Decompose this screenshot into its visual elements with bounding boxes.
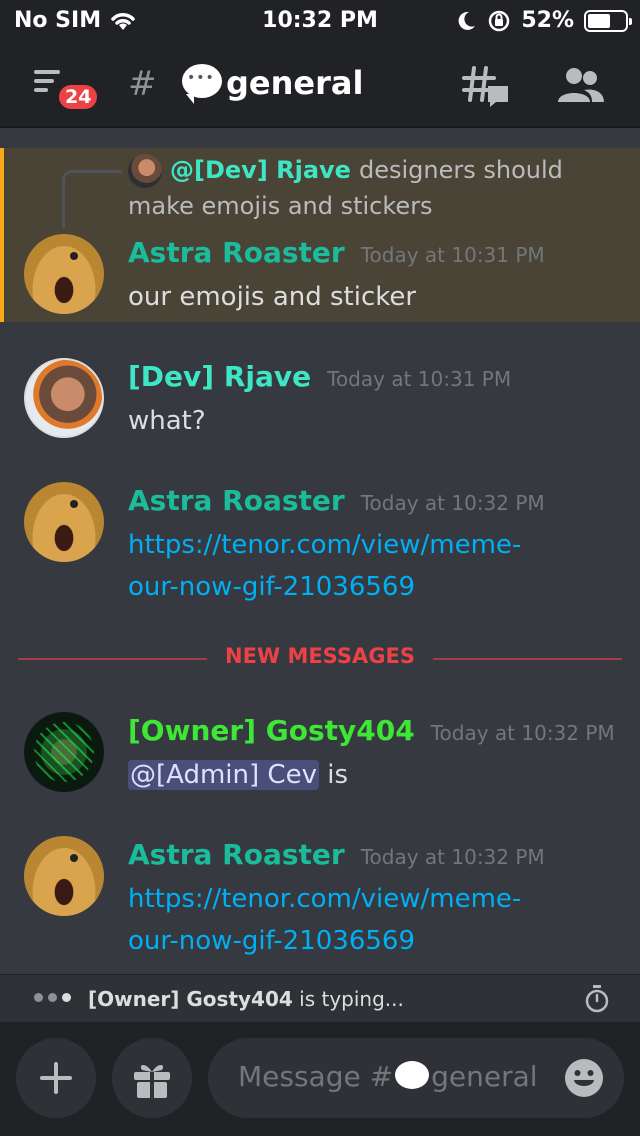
- avatar[interactable]: [24, 482, 104, 562]
- message-composer: Message # general: [0, 1022, 640, 1136]
- reply-connector: [62, 170, 122, 228]
- message-author[interactable]: Astra Roaster: [128, 236, 345, 269]
- gift-button[interactable]: [112, 1038, 192, 1118]
- placeholder-channel: general: [431, 1060, 538, 1093]
- unread-badge: 24: [56, 82, 101, 112]
- status-right: 52%: [457, 8, 632, 33]
- channel-title[interactable]: general: [226, 64, 363, 102]
- speech-bubble-icon: [182, 64, 222, 104]
- message-timestamp: Today at 10:32 PM: [360, 491, 545, 515]
- message-author[interactable]: Astra Roaster: [128, 838, 345, 871]
- typing-indicator: [Owner] Gosty404 is typing...: [0, 974, 640, 1022]
- avatar[interactable]: [24, 234, 104, 314]
- menu-button[interactable]: 24: [34, 70, 101, 112]
- message-input[interactable]: Message # general: [208, 1038, 624, 1118]
- user-mention[interactable]: @[Admin] Cev: [128, 760, 319, 790]
- message-text: what?: [128, 406, 206, 436]
- battery-icon: [584, 9, 632, 32]
- message-timestamp: Today at 10:32 PM: [360, 845, 545, 869]
- avatar[interactable]: [24, 712, 104, 792]
- message-author[interactable]: [Dev] Rjave: [128, 360, 311, 393]
- message-author[interactable]: Astra Roaster: [128, 484, 345, 517]
- battery-percent: 52%: [521, 8, 574, 33]
- channel-header: 24 # general: [0, 42, 640, 128]
- gift-icon: [134, 1065, 170, 1098]
- new-messages-label-wrap: NEW MESSAGES: [0, 644, 640, 668]
- typing-dots-icon: [34, 993, 71, 1002]
- status-bar: No SIM 10:32 PM 52%: [0, 0, 640, 42]
- avatar[interactable]: [24, 836, 104, 916]
- message-input-placeholder: Message # general: [238, 1060, 538, 1093]
- avatar[interactable]: [24, 358, 104, 438]
- plus-icon: [40, 1062, 72, 1094]
- message-text: our emojis and sticker: [128, 282, 417, 312]
- reply-preview[interactable]: @[Dev] Rjave designers should make emojis…: [128, 152, 628, 224]
- speech-bubble-icon: [395, 1061, 430, 1089]
- new-messages-label: NEW MESSAGES: [207, 644, 433, 668]
- add-attachment-button[interactable]: [16, 1038, 96, 1118]
- message-text-suffix: is: [327, 760, 348, 790]
- channel-hash-icon: #: [128, 64, 157, 104]
- reply-avatar: [128, 154, 162, 188]
- moon-icon: [458, 11, 476, 30]
- members-icon[interactable]: [554, 66, 606, 106]
- message-timestamp: Today at 10:32 PM: [430, 721, 615, 745]
- message-author[interactable]: [Owner] Gosty404: [128, 714, 415, 747]
- threads-icon[interactable]: [462, 64, 510, 108]
- typing-text: [Owner] Gosty404 is typing...: [88, 987, 404, 1011]
- slowmode-timer-icon[interactable]: [584, 985, 610, 1013]
- message-timestamp: Today at 10:31 PM: [327, 367, 512, 391]
- message-link[interactable]: https://tenor.com/view/meme-our-now-gif-…: [128, 524, 568, 608]
- message-text: @[Admin] Cev is: [128, 754, 628, 796]
- placeholder-prefix: Message #: [238, 1060, 394, 1093]
- message-timestamp: Today at 10:31 PM: [360, 243, 545, 267]
- typing-user: [Owner] Gosty404: [88, 987, 293, 1011]
- orientation-lock-icon: [489, 10, 510, 31]
- typing-suffix: is typing...: [299, 987, 404, 1011]
- emoji-icon[interactable]: [564, 1058, 604, 1098]
- message-list[interactable]: @[Dev] Rjave designers should make emojis…: [0, 130, 640, 974]
- reply-author[interactable]: @[Dev] Rjave: [170, 156, 351, 184]
- message-link[interactable]: https://tenor.com/view/meme-our-now-gif-…: [128, 878, 568, 962]
